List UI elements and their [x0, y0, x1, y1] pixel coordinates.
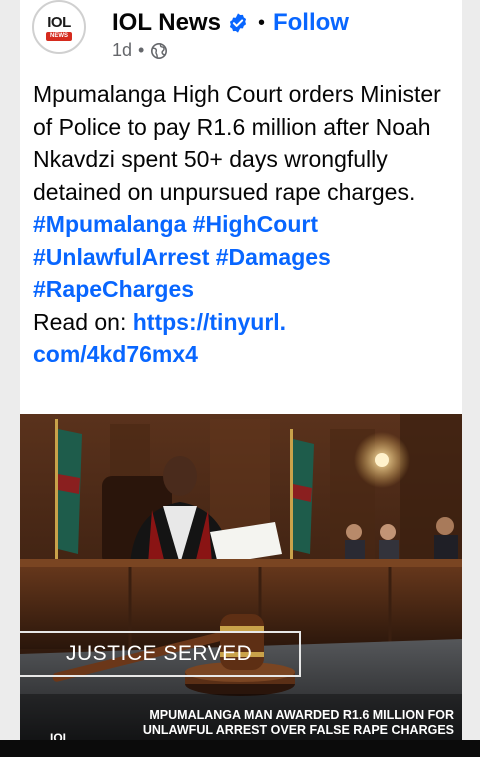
post-timestamp[interactable]: 1d [112, 40, 132, 61]
logo-text: IOL [47, 14, 71, 31]
corner-logo: IOL [50, 731, 70, 740]
image-headline: MPUMALANGA MAN AWARDED R1.6 MILLION FOR … [142, 708, 454, 737]
meta-separator: • [138, 40, 145, 60]
post-message: Mpumalanga High Court orders Minister of… [33, 81, 441, 205]
post-card: IOL NEWS IOL News • Follow 1d • Mpumalan… [20, 0, 462, 740]
author-row: IOL News • Follow [112, 8, 349, 38]
avatar[interactable]: IOL NEWS [32, 0, 86, 54]
header-separator: • [257, 11, 265, 34]
system-bottom-bar [0, 740, 480, 757]
justice-served-label: JUSTICE SERVED [20, 631, 301, 677]
article-link-part-2: com/4kd76mx4 [33, 341, 198, 367]
article-link-part-1: https://tinyurl. [132, 308, 287, 335]
verified-badge-icon [221, 12, 249, 34]
follow-button[interactable]: Follow [273, 9, 349, 37]
hashtag-unlawfularrest[interactable]: #UnlawfulArrest [33, 244, 209, 270]
post-meta: 1d • [112, 40, 168, 61]
post-header: IOL NEWS IOL News • Follow 1d • [20, 0, 462, 70]
hashtag-damages[interactable]: #Damages [216, 244, 331, 270]
globe-icon [150, 42, 168, 60]
hashtag-mpumalanga[interactable]: #Mpumalanga [33, 211, 186, 237]
hashtag-highcourt[interactable]: #HighCourt [193, 211, 318, 237]
page-name[interactable]: IOL News [112, 9, 221, 37]
read-on-label: Read on: [33, 308, 127, 335]
courtroom-illustration [20, 414, 462, 740]
post-image[interactable]: JUSTICE SERVED MPUMALANGA MAN AWARDED R1… [20, 414, 462, 740]
logo-tag: NEWS [46, 32, 72, 41]
post-text: Mpumalanga High Court orders Minister of… [33, 78, 453, 371]
hashtag-rapecharges[interactable]: #RapeCharges [33, 276, 194, 302]
